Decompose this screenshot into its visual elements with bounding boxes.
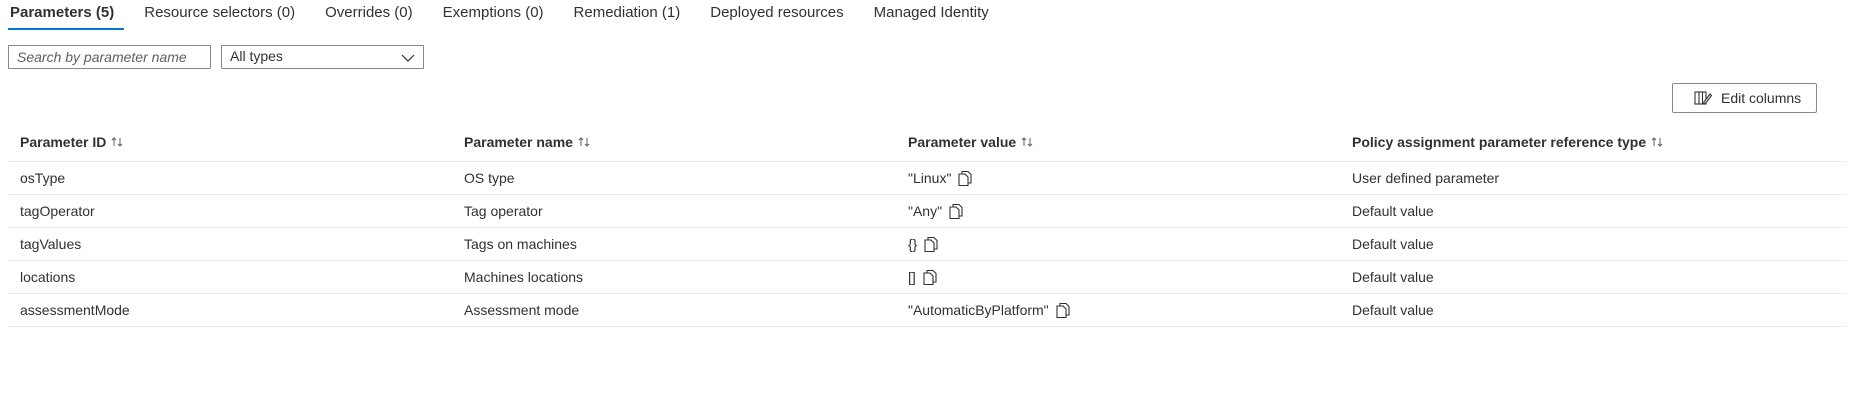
parameter-value-text: "AutomaticByPlatform" bbox=[908, 302, 1049, 318]
parameter-value-text: "Linux" bbox=[908, 170, 952, 186]
search-input[interactable] bbox=[9, 46, 210, 68]
table-row[interactable]: osType OS type "Linux" User defined para… bbox=[8, 162, 1846, 195]
reference-type-cell: Default value bbox=[1352, 269, 1434, 285]
parameter-name-cell: Tags on machines bbox=[464, 236, 577, 252]
tab-resource-selectors[interactable]: Resource selectors (0) bbox=[134, 0, 305, 30]
parameter-value-text: {} bbox=[908, 236, 918, 252]
column-header-parameter-name[interactable]: Parameter name bbox=[464, 122, 590, 161]
sort-arrows-icon bbox=[1651, 136, 1663, 148]
parameter-value-cell: "Any" bbox=[908, 195, 964, 227]
parameter-name-cell: Machines locations bbox=[464, 269, 584, 285]
parameters-table: Parameter ID Parameter name Parameter va… bbox=[8, 122, 1846, 327]
reference-type-cell: Default value bbox=[1352, 236, 1434, 252]
tab-parameters[interactable]: Parameters (5) bbox=[0, 0, 125, 30]
sort-arrows-icon bbox=[111, 136, 123, 148]
parameter-value-cell: "Linux" bbox=[908, 162, 973, 194]
copy-icon[interactable] bbox=[1055, 302, 1071, 319]
parameter-value-cell: {} bbox=[908, 228, 939, 260]
reference-type-cell: Default value bbox=[1352, 302, 1434, 318]
sort-arrows-icon bbox=[578, 136, 590, 148]
tab-remediation[interactable]: Remediation (1) bbox=[564, 0, 691, 30]
type-filter-value: All types bbox=[230, 48, 283, 64]
parameter-id-cell: osType bbox=[20, 170, 66, 186]
tab-managed-identity[interactable]: Managed Identity bbox=[864, 0, 999, 30]
edit-columns-icon bbox=[1694, 90, 1712, 106]
parameter-id-cell: tagOperator bbox=[20, 203, 95, 219]
tab-exemptions[interactable]: Exemptions (0) bbox=[433, 0, 554, 30]
tab-bar: Parameters (5) Resource selectors (0) Ov… bbox=[0, 0, 1009, 30]
column-header-label: Parameter name bbox=[464, 133, 573, 150]
column-header-label: Policy assignment parameter reference ty… bbox=[1352, 133, 1647, 150]
column-header-reference-type[interactable]: Policy assignment parameter reference ty… bbox=[1352, 122, 1663, 161]
column-header-parameter-id[interactable]: Parameter ID bbox=[20, 122, 123, 161]
parameter-id-cell: assessmentMode bbox=[20, 302, 130, 318]
type-filter-dropdown[interactable]: All types bbox=[221, 45, 424, 69]
parameter-value-cell: "AutomaticByPlatform" bbox=[908, 294, 1071, 326]
search-box bbox=[8, 45, 211, 69]
column-header-parameter-value[interactable]: Parameter value bbox=[908, 122, 1033, 161]
sort-arrows-icon bbox=[1021, 136, 1033, 148]
parameter-id-cell: locations bbox=[20, 269, 76, 285]
parameter-value-cell: [] bbox=[908, 261, 938, 293]
parameter-value-text: [] bbox=[908, 269, 916, 285]
edit-columns-label: Edit columns bbox=[1721, 90, 1802, 106]
tab-deployed-resources[interactable]: Deployed resources bbox=[700, 0, 853, 30]
column-header-label: Parameter value bbox=[908, 133, 1017, 150]
parameter-value-text: "Any" bbox=[908, 203, 943, 219]
copy-icon[interactable] bbox=[948, 203, 964, 220]
reference-type-cell: Default value bbox=[1352, 203, 1434, 219]
parameter-name-cell: OS type bbox=[464, 170, 515, 186]
copy-icon[interactable] bbox=[923, 236, 939, 253]
copy-icon[interactable] bbox=[922, 269, 938, 286]
reference-type-cell: User defined parameter bbox=[1352, 170, 1500, 186]
table-row[interactable]: locations Machines locations [] Default … bbox=[8, 261, 1846, 294]
parameter-id-cell: tagValues bbox=[20, 236, 82, 252]
table-row[interactable]: assessmentMode Assessment mode "Automati… bbox=[8, 294, 1846, 327]
parameter-name-cell: Tag operator bbox=[464, 203, 543, 219]
column-header-label: Parameter ID bbox=[20, 133, 107, 150]
edit-columns-button[interactable]: Edit columns bbox=[1672, 83, 1817, 113]
chevron-down-icon bbox=[401, 51, 415, 63]
tab-overrides[interactable]: Overrides (0) bbox=[315, 0, 423, 30]
parameter-name-cell: Assessment mode bbox=[464, 302, 580, 318]
table-row[interactable]: tagValues Tags on machines {} Default va… bbox=[8, 228, 1846, 261]
copy-icon[interactable] bbox=[957, 170, 973, 187]
table-row[interactable]: tagOperator Tag operator "Any" Default v… bbox=[8, 195, 1846, 228]
table-header: Parameter ID Parameter name Parameter va… bbox=[8, 122, 1846, 162]
